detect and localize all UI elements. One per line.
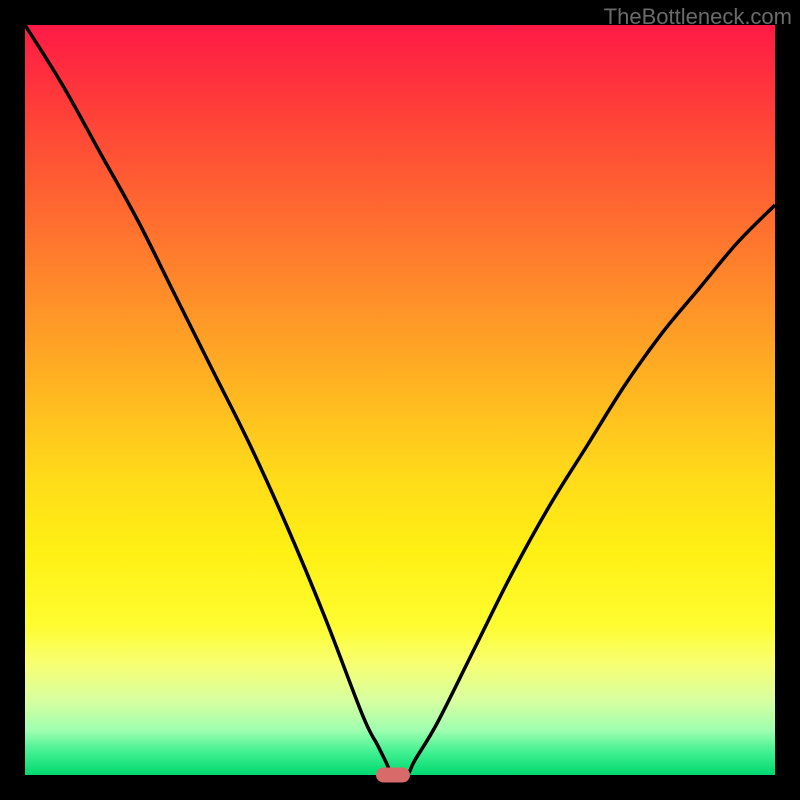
chart-container: TheBottleneck.com — [0, 0, 800, 800]
optimal-marker — [376, 768, 410, 783]
watermark-text: TheBottleneck.com — [604, 4, 792, 30]
plot-area — [25, 25, 775, 775]
bottleneck-curve — [25, 25, 775, 775]
